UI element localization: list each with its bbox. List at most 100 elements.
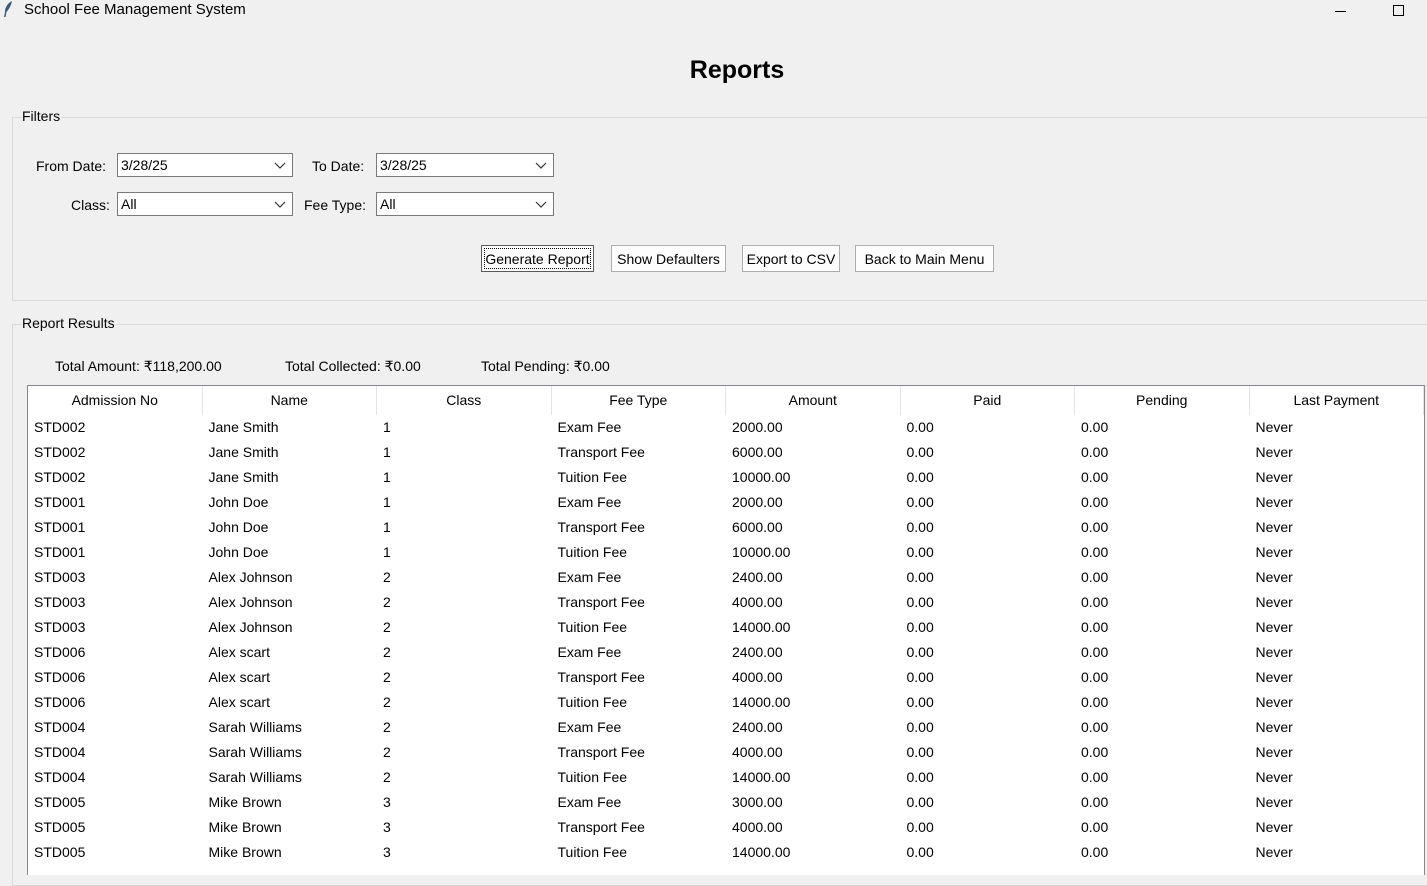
fee-type-cell: Transport Fee <box>557 819 645 835</box>
amount-cell: 10000.00 <box>732 544 791 560</box>
table-row[interactable]: STD002 Jane Smith 1 Exam Fee 2000.00 0.00 0.00… <box>28 415 1424 440</box>
amount-cell: 14000.00 <box>732 694 791 710</box>
class-cell: 1 <box>383 469 391 485</box>
amount-cell: 2000.00 <box>732 419 783 435</box>
to-date-combobox[interactable]: 3/28/25 <box>376 153 554 177</box>
table-row[interactable]: STD002 Jane Smith 1 Tuition Fee 10000.00 0.00… <box>28 465 1424 490</box>
class-cell: 1 <box>383 544 391 560</box>
pending-cell: 0.00 <box>1081 594 1109 610</box>
table-row[interactable]: STD006 Alex scart 2 Tuition Fee 14000.00 0.00… <box>28 690 1424 715</box>
class-cell: 2 <box>383 744 391 760</box>
pending-cell: 0.00 <box>1081 444 1109 460</box>
maximize-button[interactable] <box>1378 0 1418 20</box>
fee-type-cell: Transport Fee <box>557 594 645 610</box>
generate-report-button[interactable]: Generate Report <box>481 245 594 272</box>
last-payment-cell: Never <box>1255 469 1293 485</box>
table-row[interactable]: STD004 Sarah Williams 2 Exam Fee 2400.00 0.00… <box>28 715 1424 740</box>
paid-cell: 0.00 <box>906 844 934 860</box>
paid-cell: 0.00 <box>906 744 934 760</box>
class-combobox[interactable]: All <box>117 192 293 216</box>
table-row[interactable]: STD003 Alex Johnson 2 Transport Fee 4000.00 0… <box>28 590 1424 615</box>
table-row[interactable]: STD001 John Doe 1 Transport Fee 6000.00 0.00 0… <box>28 515 1424 540</box>
name-cell: Jane Smith <box>208 469 279 485</box>
fee-type-cell: Transport Fee <box>557 444 645 460</box>
report-table[interactable]: Admission No Name Class Fee Type Amount … <box>27 385 1425 875</box>
fee-type-cell: Exam Fee <box>557 644 622 660</box>
admission-no-cell: STD003 <box>34 619 86 635</box>
column-header[interactable]: Fee Type <box>552 386 726 415</box>
last-payment-cell: Never <box>1255 569 1293 585</box>
column-header[interactable]: Admission No <box>28 386 203 415</box>
report-results-legend: Report Results <box>22 315 117 331</box>
admission-no-cell: STD004 <box>34 769 86 785</box>
class-cell: 2 <box>383 669 391 685</box>
admission-no-cell: STD005 <box>34 844 86 860</box>
table-row[interactable]: STD004 Sarah Williams 2 Transport Fee 4000.0… <box>28 740 1424 765</box>
maximize-icon <box>1392 4 1404 16</box>
table-row[interactable]: STD001 John Doe 1 Tuition Fee 10000.00 0.00 0.… <box>28 540 1424 565</box>
paid-cell: 0.00 <box>906 694 934 710</box>
show-defaulters-button[interactable]: Show Defaulters <box>611 245 726 272</box>
name-cell: Jane Smith <box>208 419 279 435</box>
table-row[interactable]: STD003 Alex Johnson 2 Tuition Fee 14000.00 0.… <box>28 615 1424 640</box>
pending-cell: 0.00 <box>1081 519 1109 535</box>
class-cell: 2 <box>383 569 391 585</box>
table-row[interactable]: STD005 Mike Brown 3 Exam Fee 3000.00 0.00 0.00… <box>28 790 1424 815</box>
table-row[interactable]: STD005 Mike Brown 3 Tuition Fee 14000.00 0.00… <box>28 840 1424 865</box>
last-payment-cell: Never <box>1255 694 1293 710</box>
name-cell: Alex scart <box>208 644 270 660</box>
paid-cell: 0.00 <box>906 669 934 685</box>
column-header[interactable]: Name <box>203 386 377 415</box>
table-header: Admission No Name Class Fee Type Amount … <box>28 386 1424 415</box>
name-cell: Sarah Williams <box>208 744 302 760</box>
pending-cell: 0.00 <box>1081 669 1109 685</box>
paid-cell: 0.00 <box>906 519 934 535</box>
paid-cell: 0.00 <box>906 769 934 785</box>
table-row[interactable]: STD001 John Doe 1 Exam Fee 2000.00 0.00 0.00 Ne… <box>28 490 1424 515</box>
column-header[interactable]: Paid <box>901 386 1075 415</box>
from-date-combobox[interactable]: 3/28/25 <box>117 153 293 177</box>
class-cell: 1 <box>383 519 391 535</box>
column-header[interactable]: Amount <box>726 386 901 415</box>
class-cell: 3 <box>383 844 391 860</box>
fee-type-label: Fee Type: <box>304 197 367 213</box>
admission-no-cell: STD006 <box>34 669 86 685</box>
table-row[interactable]: STD003 Alex Johnson 2 Exam Fee 2400.00 0.00 0.… <box>28 565 1424 590</box>
minimize-button[interactable] <box>1320 0 1360 20</box>
fee-type-combobox[interactable]: All <box>376 192 554 216</box>
amount-cell: 4000.00 <box>732 669 783 685</box>
pending-cell: 0.00 <box>1081 694 1109 710</box>
last-payment-cell: Never <box>1255 419 1293 435</box>
paid-cell: 0.00 <box>906 494 934 510</box>
admission-no-cell: STD004 <box>34 744 86 760</box>
paid-cell: 0.00 <box>906 469 934 485</box>
column-header[interactable]: Pending <box>1075 386 1250 415</box>
name-cell: Mike Brown <box>208 794 282 810</box>
column-header[interactable]: Last Payment <box>1250 386 1424 415</box>
amount-cell: 2400.00 <box>732 719 783 735</box>
last-payment-cell: Never <box>1255 494 1293 510</box>
last-payment-cell: Never <box>1255 644 1293 660</box>
to-date-value: 3/28/25 <box>380 157 427 173</box>
last-payment-cell: Never <box>1255 819 1293 835</box>
class-label: Class: <box>71 197 110 213</box>
pending-cell: 0.00 <box>1081 819 1109 835</box>
window-title: School Fee Management System <box>24 1 246 18</box>
table-row[interactable]: STD005 Mike Brown 3 Transport Fee 4000.00 0.0… <box>28 815 1424 840</box>
export-csv-button[interactable]: Export to CSV <box>742 245 840 272</box>
table-row[interactable]: STD006 Alex scart 2 Exam Fee 2400.00 0.00 0.00… <box>28 640 1424 665</box>
pending-cell: 0.00 <box>1081 744 1109 760</box>
fee-type-cell: Transport Fee <box>557 669 645 685</box>
back-to-main-menu-button[interactable]: Back to Main Menu <box>855 245 994 272</box>
paid-cell: 0.00 <box>906 719 934 735</box>
pending-cell: 0.00 <box>1081 544 1109 560</box>
table-row[interactable]: STD002 Jane Smith 1 Transport Fee 6000.00 0.0… <box>28 440 1424 465</box>
table-row[interactable]: STD006 Alex scart 2 Transport Fee 4000.00 0.0… <box>28 665 1424 690</box>
last-payment-cell: Never <box>1255 519 1293 535</box>
table-row[interactable]: STD004 Sarah Williams 2 Tuition Fee 14000.00… <box>28 765 1424 790</box>
last-payment-cell: Never <box>1255 769 1293 785</box>
admission-no-cell: STD002 <box>34 419 86 435</box>
column-header[interactable]: Class <box>377 386 552 415</box>
last-payment-cell: Never <box>1255 669 1293 685</box>
total-pending: Total Pending: ₹0.00 <box>481 358 610 374</box>
